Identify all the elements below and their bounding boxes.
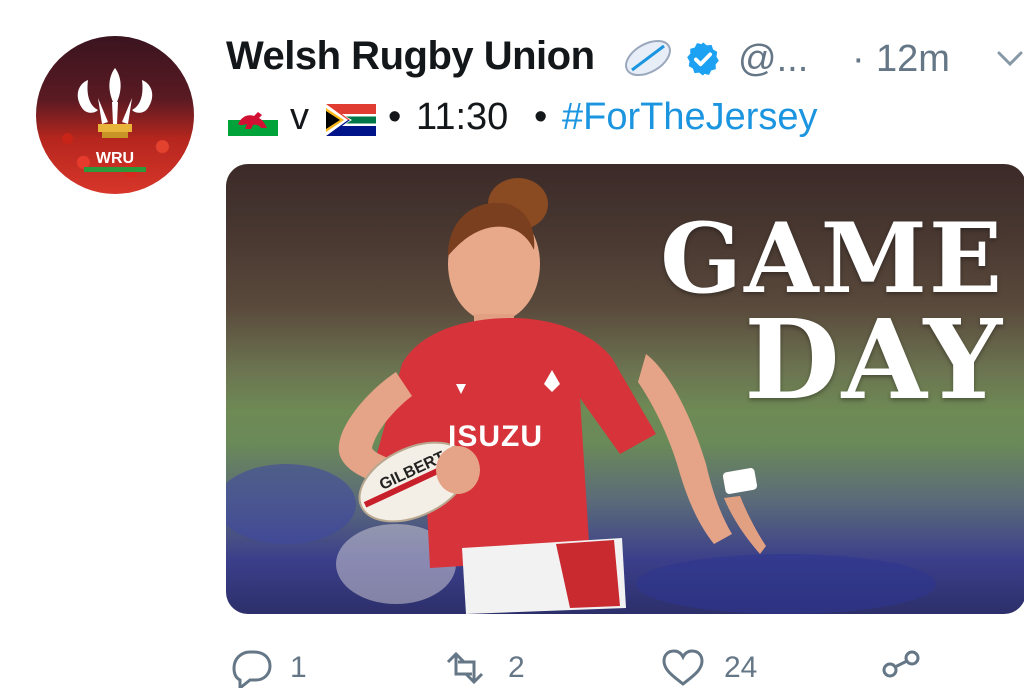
bullet-separator: • [388,96,402,138]
avatar-text: WRU [96,150,134,167]
chevron-down-icon[interactable] [996,50,1024,68]
hashtag-link[interactable]: #ForTheJersey [562,96,818,139]
author-handle[interactable]: @... [738,38,808,81]
like-icon [662,649,704,686]
author-name[interactable]: Welsh Rugby Union [226,34,595,79]
tweet-action-bar: 1 2 24 [226,648,1024,688]
separator-dot: · [852,38,865,80]
wales-flag-icon [228,104,278,136]
share-icon [882,650,920,678]
retweet-icon [446,651,484,685]
prince-of-wales-feathers-logo: WRU [77,68,153,172]
svg-text:ISUZU: ISUZU [448,420,543,453]
kickoff-time: 11:30 [416,96,509,138]
like-button[interactable]: 24 [660,648,757,688]
reply-icon [232,650,272,688]
headline-line-2: DAY [744,295,1004,425]
headline-line-1: GAME [660,202,1004,315]
tweet-media-image[interactable]: GILBERT ISUZU GAME DAY [226,164,1024,614]
retweet-button[interactable]: 2 [440,648,525,688]
avatar[interactable]: WRU [36,36,194,194]
retweet-count: 2 [508,651,525,684]
like-count: 24 [724,651,758,684]
game-day-headline: GAME DAY [660,202,1004,425]
versus-text: v [290,96,309,138]
reply-count: 1 [290,651,307,684]
timestamp[interactable]: 12m [876,38,950,81]
share-button[interactable] [878,648,924,688]
rugby-ball-icon [625,39,671,77]
bullet-separator: • [534,96,548,138]
verified-badge-icon [687,42,719,76]
reply-button[interactable]: 1 [226,648,307,688]
south-africa-flag-icon [326,104,376,136]
